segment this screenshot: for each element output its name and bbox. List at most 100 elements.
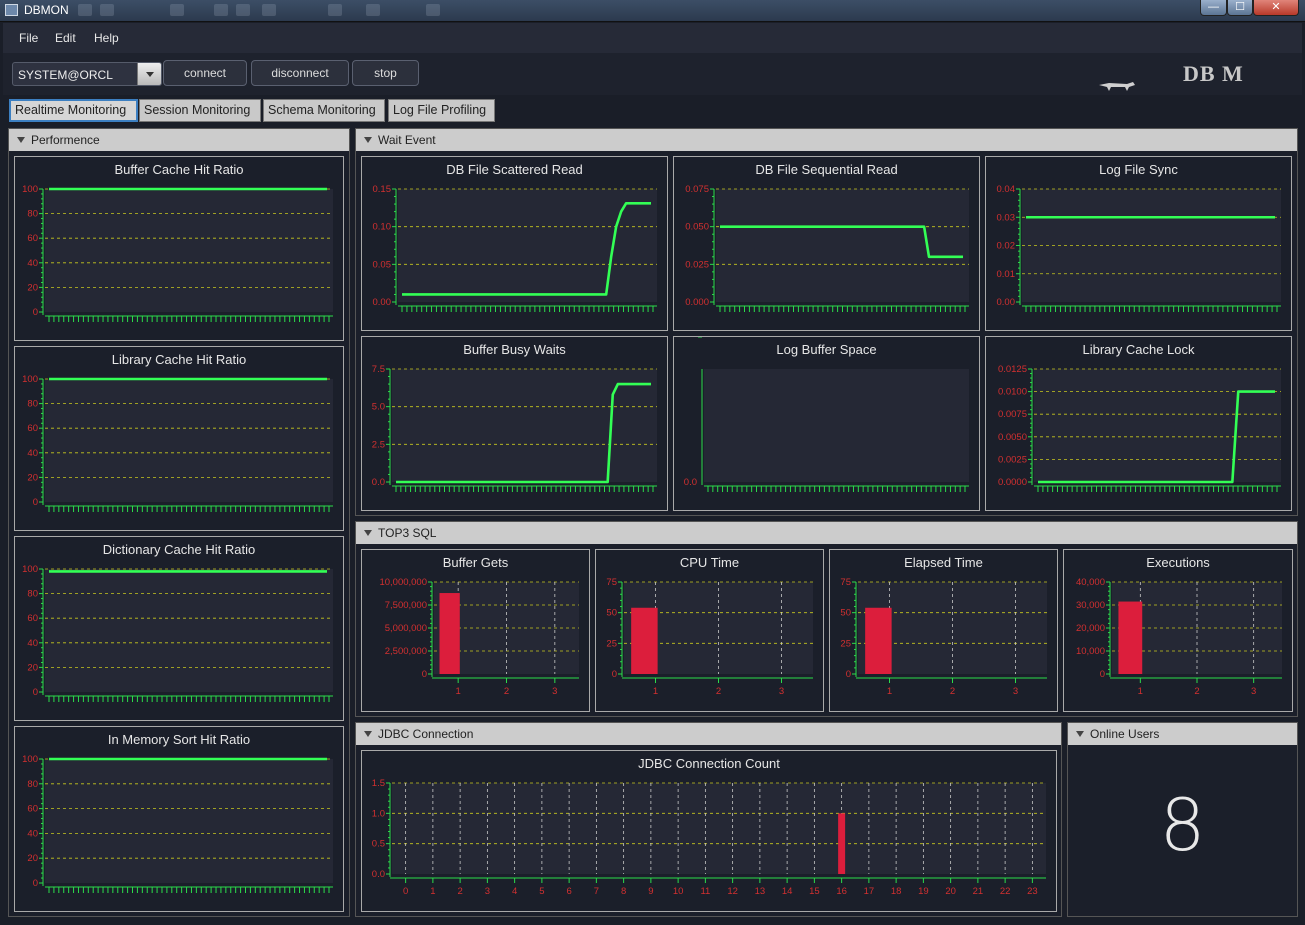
chart-svg: 0.00.51.01.50 1 2 3 4 5 6 7 8 9 10 11 12 13 14 15 16 17 18… [372,778,1046,897]
bar [838,813,846,874]
y-tick-label: 0.02 [997,241,1016,252]
x-tick-label: 16 [836,886,847,897]
chart-cpu-time: CPU Time 0 25 50 75 1 2 3 [595,549,824,712]
y-tick-label: 60 [27,613,38,624]
x-tick-label: 18 [891,886,902,897]
bar [439,593,460,674]
x-tick-label: 4 [512,886,517,897]
wait-event-panel-header[interactable]: Wait Event [356,129,1297,151]
tab-bar: Realtime Monitoring Session Monitoring S… [3,96,1302,122]
y-tick-label: 80 [27,589,38,600]
y-tick-label: 0.04 [997,184,1016,195]
menu-bar: File Edit Help [3,23,1302,53]
chart-log-buffer-space: Log Buffer Space 0.0 [673,336,980,511]
plot-area [1034,369,1281,482]
quick-access-icon [214,4,228,16]
chart-svg: 0 20 40 60 80 100 [22,184,333,322]
y-tick-label: 0.0025 [998,454,1027,465]
app-logo: DB M [1183,61,1244,86]
y-tick-label: 100 [22,754,38,765]
chart-svg: 0.0000 0.0025 0.0050 0.0075 0.0100 0.0125 [998,364,1281,492]
x-tick-label: 13 [755,886,766,897]
jdbc-panel-header[interactable]: JDBC Connection [356,723,1061,745]
minimize-button[interactable]: — [1200,0,1227,16]
y-tick-label: 0 [33,307,38,318]
y-tick-label: 0.03 [997,212,1016,223]
tab-realtime-monitoring[interactable]: Realtime Monitoring [9,99,138,122]
chart-svg: 0.00 0.05 0.10 0.15 [373,184,657,312]
x-tick-label: 2 [716,686,721,697]
y-tick-label: 100 [22,374,38,385]
online-users-panel: Online Users 8 [1067,722,1298,917]
bar [631,607,658,674]
y-tick-label: 0 [846,669,851,680]
top3-sql-panel-header[interactable]: TOP3 SQL [356,522,1297,544]
quick-access-icon [236,4,250,16]
y-tick-label: 0.025 [685,259,709,270]
app-icon [5,4,18,16]
wait-event-panel: Wait Event DB File Scattered Read 0.00 0.0… [355,128,1298,516]
y-tick-label: 100 [22,564,38,575]
chart-svg: 0 20 40 60 80 100 [22,374,333,512]
tab-session-monitoring[interactable]: Session Monitoring [139,99,261,122]
y-tick-label: 1.0 [372,808,385,819]
chart-executions: Executions 0 10,000 20,000 30,000 40,000 1 2 3 [1063,549,1293,712]
y-tick-label: 80 [27,209,38,220]
plot-area [45,569,333,692]
y-tick-label: 0.05 [373,259,392,270]
y-tick-label: 0.0100 [998,387,1027,398]
window-title: DBMON [24,3,69,17]
menu-edit[interactable]: Edit [55,31,76,45]
y-tick-label: 10,000 [1076,646,1105,657]
connect-button[interactable]: connect [163,60,247,86]
y-tick-label: 0.0075 [998,409,1027,420]
performance-panel-header[interactable]: Performence [9,129,349,151]
chart-svg: 0 25 50 75 1 2 3 [840,577,1047,697]
maximize-button[interactable]: ☐ [1227,0,1253,16]
x-tick-label: 22 [1000,886,1011,897]
chart-svg: 0 10,000 20,000 30,000 40,000 1 2 3 [1076,577,1282,697]
tab-log-file-profiling[interactable]: Log File Profiling [388,99,495,122]
y-tick-label: 0.0050 [998,432,1027,443]
title-bar: DBMON — ☐ ✕ [0,0,1305,22]
x-tick-label: 3 [552,686,557,697]
close-button[interactable]: ✕ [1253,0,1299,16]
panel-title: JDBC Connection [378,727,474,741]
stop-button[interactable]: stop [352,60,419,86]
y-tick-label: 20 [27,282,38,293]
quick-access-icon [426,4,440,16]
y-tick-label: 0.00 [997,297,1016,308]
menu-file[interactable]: File [19,31,38,45]
y-tick-label: 25 [606,638,617,649]
y-tick-label: 0.0 [372,869,385,880]
chart-buffer-gets: Buffer Gets 0 2,500,000 5,000,000 7,500,000 1… [361,549,590,712]
chart-library-cache-hit-ratio: Library Cache Hit Ratio 0 20 40 60 80 100 [14,346,344,531]
tab-schema-monitoring[interactable]: Schema Monitoring [263,99,385,122]
y-tick-label: 0.10 [373,222,392,233]
x-tick-label: 3 [485,886,490,897]
y-tick-label: 1.5 [372,778,385,789]
y-tick-label: 0.0000 [998,477,1027,488]
menu-help[interactable]: Help [94,31,119,45]
x-tick-label: 3 [779,686,784,697]
disconnect-button[interactable]: disconnect [251,60,349,86]
quick-access-icon [100,4,114,16]
quick-access-icon [366,4,380,16]
x-tick-label: 12 [727,886,738,897]
toolbar: SYSTEM@ORCL connect disconnect stop DB M [3,53,1302,95]
x-tick-label: 11 [700,886,710,897]
chevron-down-icon[interactable] [137,63,161,85]
connection-select[interactable]: SYSTEM@ORCL [12,62,162,86]
bar [865,607,892,674]
bar [1118,601,1143,674]
x-tick-label: 20 [945,886,956,897]
x-tick-label: 7 [594,886,599,897]
logo-animal-icon [1099,82,1135,91]
online-users-panel-header[interactable]: Online Users [1068,723,1297,745]
quick-access-icon [262,4,276,16]
x-tick-label: 1 [887,686,892,697]
y-tick-label: 0 [33,687,38,698]
y-tick-label: 30,000 [1076,600,1105,611]
plot-area [45,759,333,883]
y-tick-label: 0.5 [372,839,385,850]
